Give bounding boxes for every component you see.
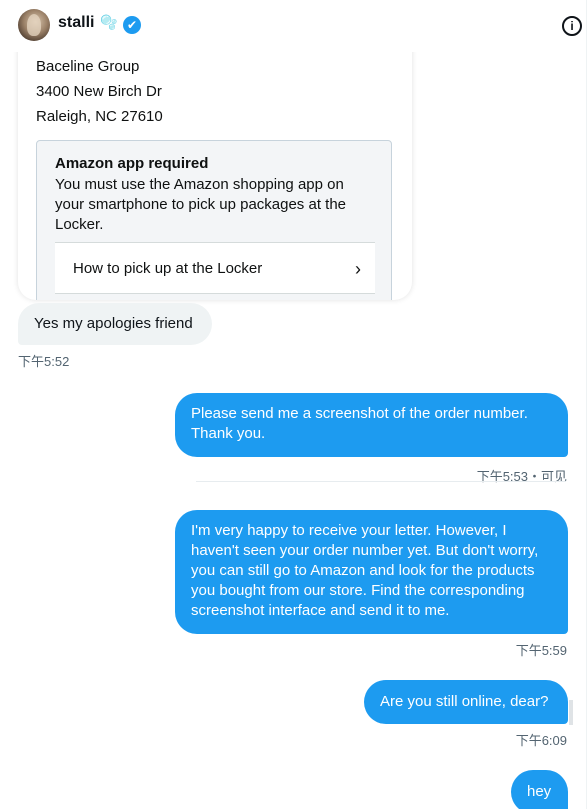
message-bubble-sent[interactable]: Please send me a screenshot of the order…: [175, 393, 568, 457]
notice-title: Amazon app required: [55, 155, 209, 172]
shared-amazon-card[interactable]: Baceline Group 3400 New Birch Dr Raleigh…: [18, 28, 412, 300]
address-line: Raleigh, NC 27610: [36, 108, 163, 125]
conversation-header: stalli 🫧 ✔ i: [0, 0, 586, 52]
message-text: Are you still online, dear?: [380, 693, 549, 710]
message-bubble-sent[interactable]: hey: [511, 770, 568, 809]
message-bubble-sent[interactable]: I'm very happy to receive your letter. H…: [175, 510, 568, 634]
info-icon[interactable]: i: [562, 16, 582, 36]
message-text: hey: [527, 783, 552, 800]
message-bubble-received[interactable]: Yes my apologies friend: [18, 303, 212, 345]
pickup-instructions-link[interactable]: How to pick up at the Locker ›: [55, 242, 375, 294]
message-timestamp: 下午6:09: [515, 733, 567, 748]
message-bubble-sent[interactable]: Are you still online, dear?: [364, 680, 568, 724]
message-text: I'm very happy to receive your letter. H…: [191, 522, 539, 619]
address-line: Baceline Group: [36, 58, 140, 75]
scrollbar-thumb[interactable]: [569, 700, 573, 725]
message-timestamp: 下午5:52: [18, 354, 70, 369]
app-required-notice: Amazon app required You must use the Ama…: [36, 140, 392, 300]
message-text: Yes my apologies friend: [34, 315, 193, 332]
avatar[interactable]: [18, 9, 50, 41]
chevron-right-icon: ›: [355, 259, 361, 279]
pickup-link-label: How to pick up at the Locker: [73, 259, 263, 277]
message-timestamp: 下午5:59: [515, 643, 567, 658]
username[interactable]: stalli: [58, 14, 94, 32]
address-line: 3400 New Birch Dr: [36, 83, 162, 100]
divider: [196, 481, 566, 482]
notice-body: You must use the Amazon shopping app on …: [55, 176, 347, 233]
verified-badge-icon: ✔: [123, 16, 141, 34]
dm-conversation: stalli 🫧 ✔ i Baceline Group 3400 New Bir…: [0, 0, 587, 809]
message-timestamp: 下午5:53・可见: [476, 469, 567, 484]
message-text: Please send me a screenshot of the order…: [191, 405, 528, 442]
bubbles-emoji: 🫧: [100, 14, 118, 30]
